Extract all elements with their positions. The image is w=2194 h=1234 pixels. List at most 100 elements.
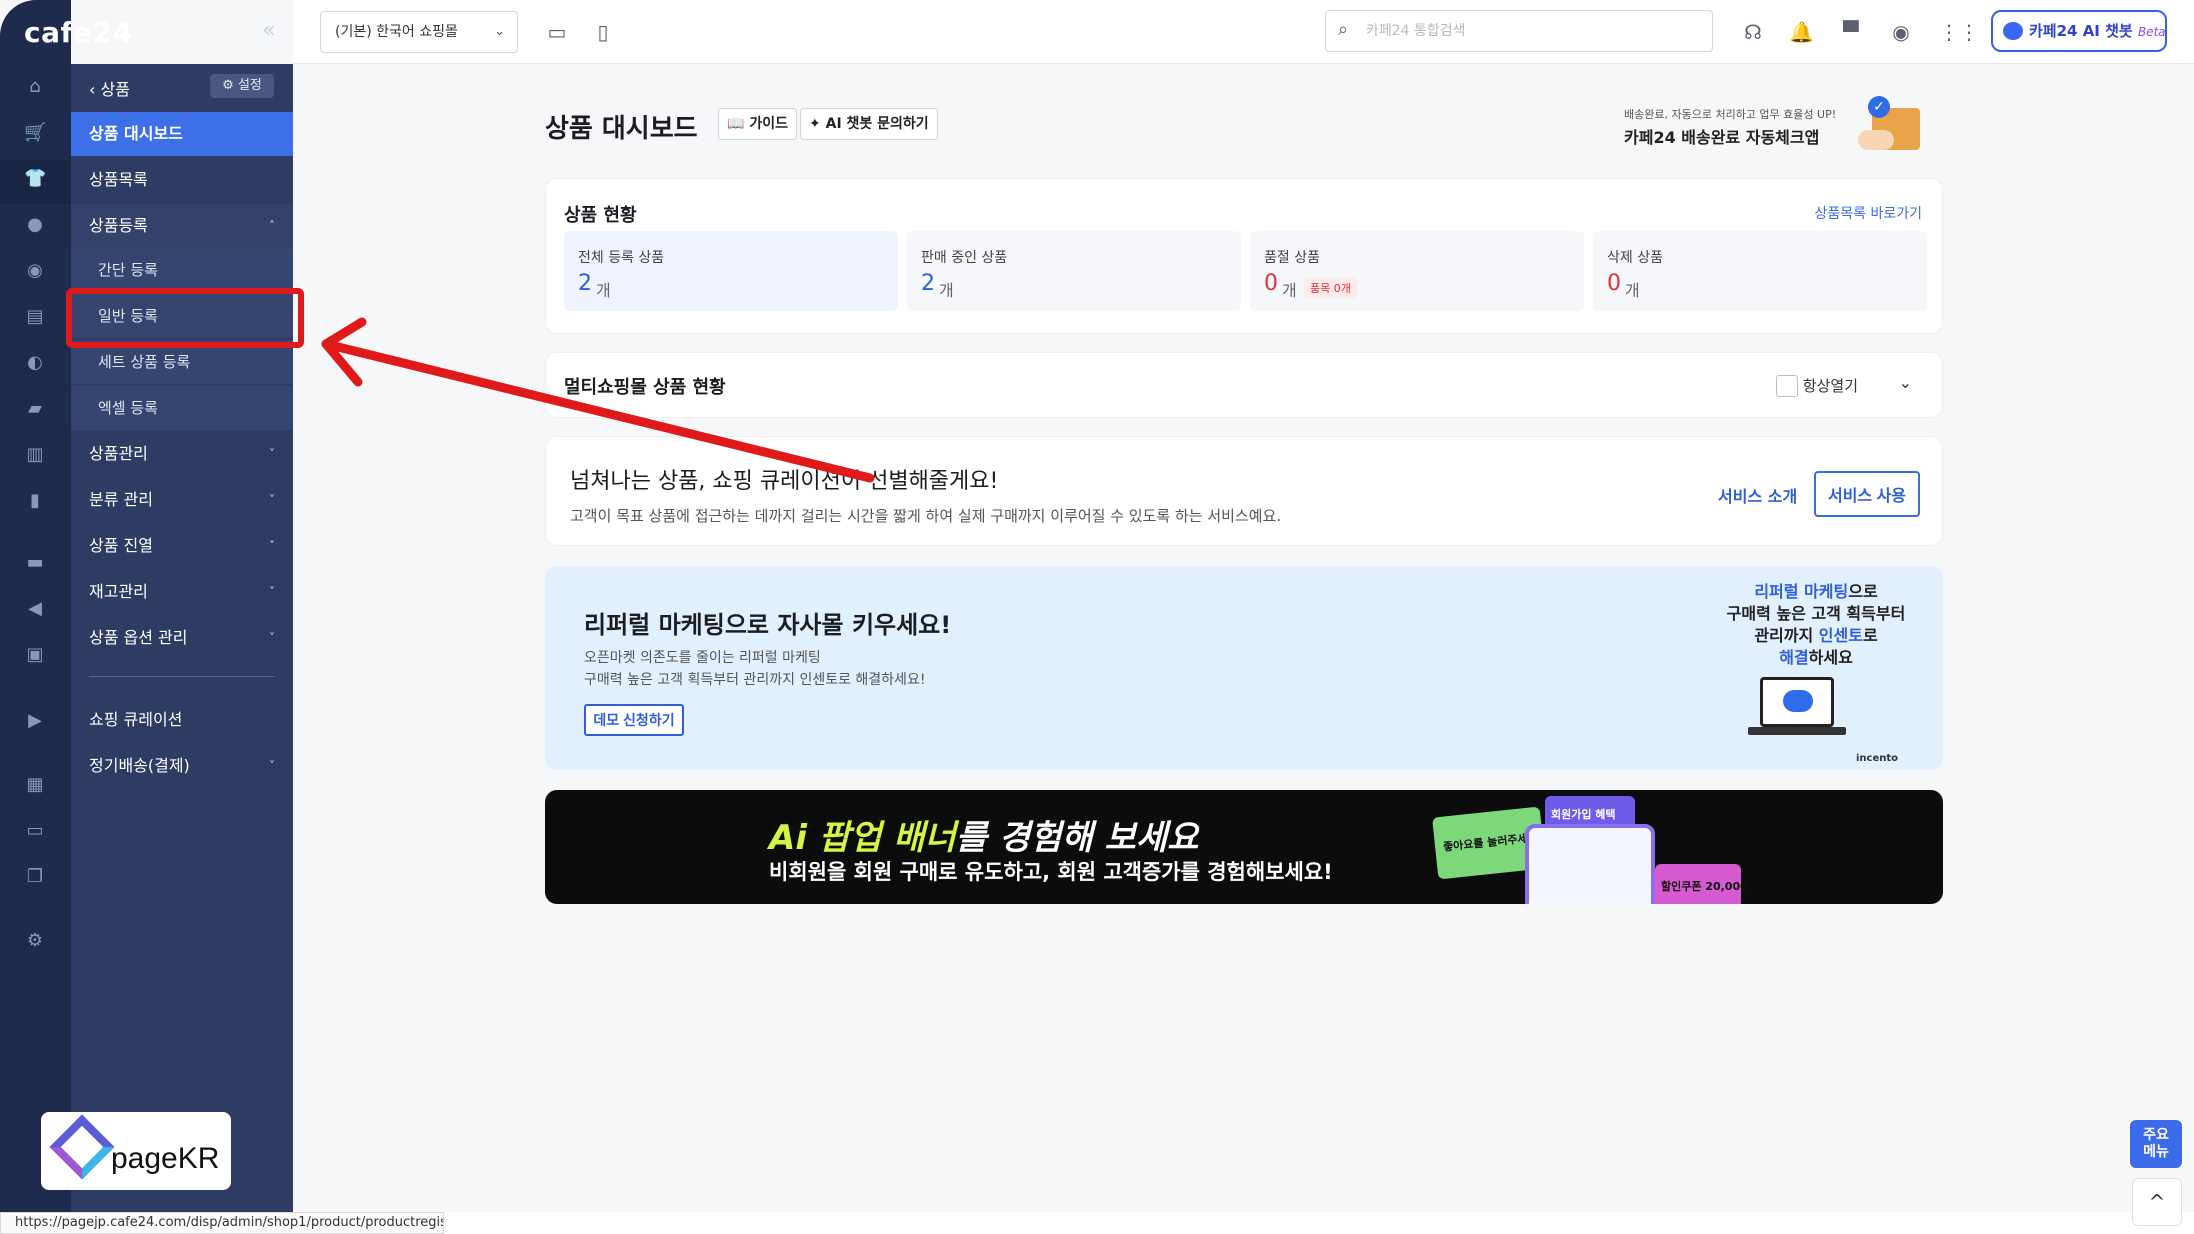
- headset-icon[interactable]: ☊: [1741, 20, 1765, 44]
- ai-inquiry-button[interactable]: ✦ AI 챗봇 문의하기: [800, 108, 938, 140]
- desktop-icon[interactable]: ▭: [545, 20, 569, 44]
- sidebar-item-excel-register[interactable]: 엑셀 등록: [71, 386, 293, 430]
- sidebar-item-inventory[interactable]: 재고관리 ˅: [71, 570, 293, 614]
- sidebar-item-product-dashboard[interactable]: 상품 대시보드: [71, 112, 293, 156]
- copy-icon[interactable]: ❐: [24, 866, 46, 888]
- bell-icon[interactable]: 🔔: [1789, 20, 1814, 44]
- chevron-down-icon: ˅: [269, 631, 275, 645]
- person-icon[interactable]: ●: [24, 214, 46, 236]
- shop-select[interactable]: (기본) 한국어 쇼핑몰 ⌄: [320, 11, 518, 53]
- service-intro-link[interactable]: 서비스 소개: [1718, 483, 1797, 507]
- account-icon[interactable]: ◉: [1889, 20, 1913, 44]
- promo-title[interactable]: 카페24 배송완료 자동체크앱: [1624, 124, 1819, 148]
- browser-status-url: https://pagejp.cafe24.com/disp/admin/sho…: [0, 1212, 444, 1234]
- book-icon[interactable]: ▮: [24, 490, 46, 512]
- highlight-text: 해결: [1779, 648, 1809, 667]
- laptop-icon: [1760, 677, 1834, 727]
- service-use-button[interactable]: 서비스 사용: [1814, 471, 1920, 517]
- sold-out-item-badge: 품목 0개: [1304, 278, 1357, 298]
- chart-icon[interactable]: ▥: [24, 444, 46, 466]
- curation-title: 넘쳐나는 상품, 쇼핑 큐레이션이 선별해줄게요!: [570, 469, 999, 494]
- folder-icon[interactable]: ▭: [24, 820, 46, 842]
- store-icon[interactable]: ▀: [1839, 20, 1863, 44]
- stat-deleted[interactable]: 삭제 상품 0 개: [1593, 231, 1927, 311]
- sidebar-item-label: 정기배송(결제): [89, 756, 190, 775]
- sidebar-item-label: 상품관리: [89, 444, 148, 463]
- chevron-up-icon: ˄: [269, 219, 275, 233]
- icon-rail: cafe24 ⌂ 🛒 👕 ● ◉ ▤ ◐ ▰ ▥ ▮ ▬ ◀ ▣ ▶ ▦ ▭ ❐…: [0, 0, 132, 1212]
- sidebar-item-option-manage[interactable]: 상품 옵션 관리 ˅: [71, 616, 293, 660]
- settings-label: 설정: [237, 78, 262, 93]
- referral-banner[interactable]: 리퍼럴 마케팅으로 자사몰 키우세요! 오픈마켓 의존도를 줄이는 리퍼럴 마케…: [545, 566, 1943, 770]
- delivery-icon[interactable]: ▶: [24, 710, 46, 732]
- chat-icon[interactable]: ◉: [24, 260, 46, 282]
- sidebar-item-shopping-curation[interactable]: 쇼핑 큐레이션: [71, 698, 293, 742]
- guide-button[interactable]: 📖 가이드: [718, 108, 797, 140]
- card-title: 멀티쇼핑몰 상품 현황: [564, 377, 726, 398]
- chevron-down-icon[interactable]: ⌄: [1899, 373, 1912, 392]
- ai-popup-banner[interactable]: Ai 팝업 배너를 경험해 보세요 비회원을 회원 구매로 유도하고, 회원 고…: [545, 790, 1943, 904]
- sidebar-item-label: 상품목록: [89, 170, 148, 189]
- gear-icon[interactable]: ⚙: [24, 930, 46, 952]
- apps-icon[interactable]: ▦: [24, 774, 46, 796]
- laptop-base: [1748, 727, 1846, 735]
- stat-sold-out[interactable]: 품절 상품 0 개 품목 0개: [1250, 231, 1584, 311]
- sidebar-item-product-list[interactable]: 상품목록: [71, 158, 293, 202]
- demo-request-button[interactable]: 데모 신청하기: [584, 704, 684, 736]
- chevron-up-icon: ^: [2148, 1190, 2166, 1214]
- sidebar-item-label: 간단 등록: [98, 261, 158, 279]
- store-icon[interactable]: ▣: [24, 644, 46, 666]
- search-input[interactable]: [1366, 20, 1686, 42]
- coupon-icon[interactable]: ▰: [24, 398, 46, 420]
- document-icon[interactable]: ▤: [24, 306, 46, 328]
- stat-total[interactable]: 전체 등록 상품 2 개: [564, 231, 898, 311]
- sidebar-back-link[interactable]: ‹ 상품: [89, 76, 130, 100]
- referral-desc-line: 오픈마켓 의존도를 줄이는 리퍼럴 마케팅: [584, 650, 821, 666]
- promo-subtext[interactable]: 배송완료, 자동으로 처리하고 업무 효율성 UP!: [1624, 106, 1836, 122]
- always-open-checkbox[interactable]: [1776, 375, 1798, 397]
- sidebar-item-label: 엑셀 등록: [98, 399, 158, 417]
- chatbot-icon: [2003, 22, 2023, 40]
- megaphone-icon[interactable]: ◀: [24, 598, 46, 620]
- apps-grid-icon[interactable]: ⋮⋮: [1939, 20, 1979, 44]
- main-menu-button[interactable]: 주요 메뉴: [2130, 1120, 2182, 1168]
- sidebar-item-label: 상품 대시보드: [89, 124, 183, 143]
- referral-description: 오픈마켓 의존도를 줄이는 리퍼럴 마케팅 구매력 높은 고객 획득부터 관리까…: [584, 647, 925, 691]
- headline-highlight: Ai 팝업 배너: [769, 818, 956, 858]
- chevron-down-icon: ⌄: [494, 24, 505, 39]
- truck-icon[interactable]: ▬: [24, 552, 46, 574]
- sidebar-item-product-manage[interactable]: 상품관리 ˅: [71, 432, 293, 476]
- cart-icon[interactable]: 🛒: [24, 122, 46, 144]
- stat-on-sale[interactable]: 판매 중인 상품 2 개: [907, 231, 1241, 311]
- always-open-label[interactable]: 항상열기: [1803, 375, 1858, 396]
- beta-badge: Beta: [2137, 25, 2166, 39]
- ai-banner-headline: Ai 팝업 배너를 경험해 보세요: [769, 810, 1198, 859]
- search-box[interactable]: ⌕: [1325, 10, 1713, 52]
- delivery-box-illustration: ✓: [1858, 96, 1926, 152]
- ai-chatbot-button[interactable]: 카페24 AI 챗봇 Beta: [1991, 10, 2167, 52]
- tshirt-icon[interactable]: 👕: [24, 168, 46, 190]
- sidebar-item-simple-register[interactable]: 간단 등록: [71, 248, 293, 292]
- side-text: 구매력 높은 고객 획득부터: [1726, 604, 1906, 623]
- search-icon: ⌕: [1338, 19, 1349, 40]
- sidebar-item-product-register[interactable]: 상품등록 ˄: [71, 204, 293, 248]
- stat-value: 0: [1607, 271, 1621, 296]
- multi-shop-card[interactable]: 멀티쇼핑몰 상품 현황 항상열기 ⌄: [545, 352, 1943, 418]
- menu-label: 메뉴: [2143, 1144, 2169, 1160]
- curation-description: 고객이 목표 상품에 접근하는 데까지 걸리는 시간을 짧게 하여 실제 구매까…: [570, 507, 1282, 525]
- sidebar-item-subscription[interactable]: 정기배송(결제) ˅: [71, 744, 293, 788]
- menu-label: 주요: [2143, 1127, 2169, 1143]
- scroll-top-button[interactable]: ^: [2132, 1178, 2182, 1226]
- sidebar: ‹ 상품 ⚙ 설정 상품 대시보드 상품목록 상품등록 ˄ 간단 등록 일반 등록…: [71, 64, 293, 1212]
- home-icon[interactable]: ⌂: [24, 76, 46, 98]
- cafe24-logo[interactable]: cafe24: [24, 16, 133, 49]
- palette-icon[interactable]: ◐: [24, 352, 46, 374]
- sidebar-item-category-manage[interactable]: 분류 관리 ˅: [71, 478, 293, 522]
- hand-shape: [1858, 130, 1894, 150]
- sidebar-settings-button[interactable]: ⚙ 설정: [210, 74, 274, 98]
- product-list-link[interactable]: 상품목록 바로가기: [1815, 203, 1923, 223]
- sidebar-item-product-display[interactable]: 상품 진열 ˅: [71, 524, 293, 568]
- mobile-icon[interactable]: ▯: [591, 20, 615, 44]
- sidebar-back-label: 상품: [100, 80, 130, 99]
- collapse-sidebar-icon[interactable]: «: [262, 18, 275, 43]
